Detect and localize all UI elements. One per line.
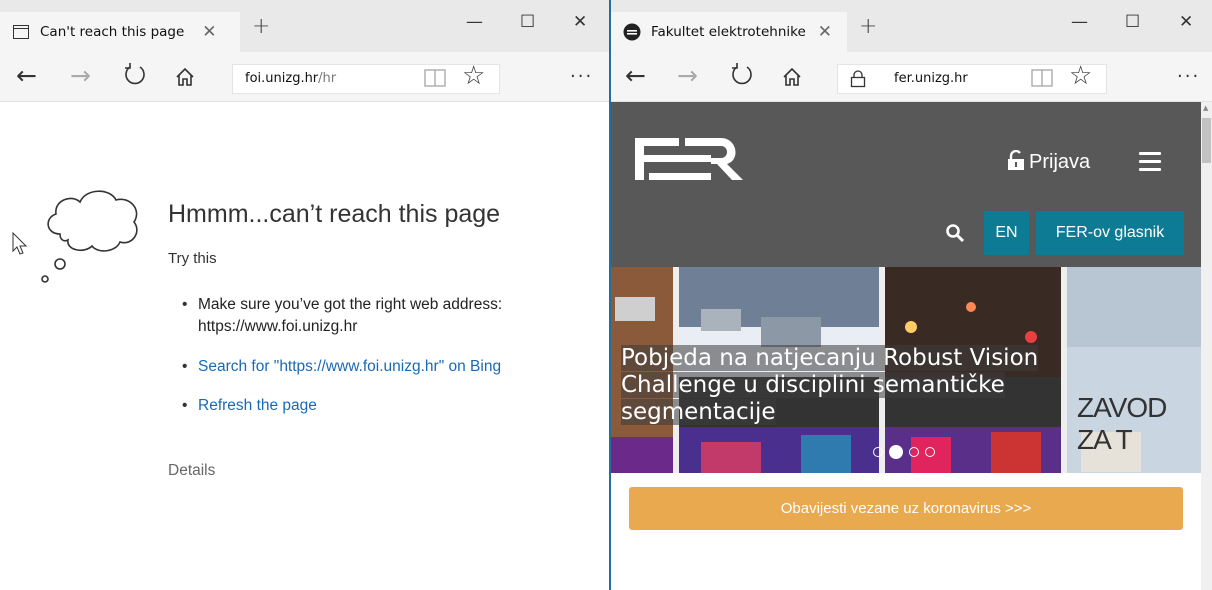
refresh-page-link[interactable]: Refresh the page bbox=[198, 397, 317, 414]
close-tab-icon[interactable]: ✕ bbox=[202, 22, 216, 42]
forward-icon[interactable]: → bbox=[70, 60, 91, 92]
suggestion-search: Search for "https://www.foi.unizg.hr" on… bbox=[182, 356, 502, 378]
scroll-up-icon[interactable]: ▲ bbox=[1203, 104, 1208, 112]
favorite-star-icon[interactable]: ☆ bbox=[1069, 60, 1092, 92]
page-icon bbox=[12, 23, 30, 41]
tab-title: Can't reach this page bbox=[40, 24, 185, 40]
side-slide-caption: ZAVOD ZA T bbox=[1077, 392, 1167, 455]
login-label: Prijava bbox=[1029, 151, 1091, 173]
right-browser-window: Fakultet elektrotehnike ✕ + — ☐ ✕ ← → fe… bbox=[611, 0, 1212, 590]
refresh-icon[interactable] bbox=[122, 62, 148, 96]
suggestion-address-text: Make sure you’ve got the right web addre… bbox=[198, 296, 503, 313]
suggestion-address-url: https://www.foi.unizg.hr bbox=[198, 318, 358, 335]
close-window-icon[interactable]: ✕ bbox=[573, 12, 587, 32]
new-tab-button[interactable]: + bbox=[859, 14, 877, 39]
favorite-star-icon[interactable]: ☆ bbox=[462, 60, 485, 92]
mouse-cursor-icon bbox=[12, 231, 28, 260]
slider-dot[interactable] bbox=[873, 447, 883, 457]
new-tab-button[interactable]: + bbox=[252, 14, 270, 39]
reading-view-icon[interactable] bbox=[1031, 64, 1053, 96]
address-domain: fer.unizg.hr bbox=[894, 71, 968, 86]
back-icon[interactable]: ← bbox=[16, 60, 37, 92]
news-slider[interactable]: Pobjeda na natjecanju Robust Vision Chal… bbox=[611, 267, 1201, 473]
tab-fer[interactable]: Fakultet elektrotehnike ✕ bbox=[611, 12, 847, 52]
home-icon[interactable] bbox=[781, 64, 803, 96]
slider-dot-active[interactable] bbox=[889, 445, 903, 459]
try-this-label: Try this bbox=[168, 250, 217, 267]
minimize-icon[interactable]: — bbox=[1071, 12, 1088, 32]
slide-headline[interactable]: Pobjeda na natjecanju Robust Vision Chal… bbox=[621, 345, 1039, 426]
suggestion-address: Make sure you’ve got the right web addre… bbox=[182, 294, 502, 338]
language-en-button[interactable]: EN bbox=[984, 211, 1029, 255]
slider-dots bbox=[873, 445, 935, 459]
address-bar[interactable]: foi.unizg.hr/hr bbox=[232, 64, 500, 94]
details-toggle[interactable]: Details bbox=[168, 462, 215, 480]
headline-line-1: Pobjeda na natjecanju Robust Vision bbox=[621, 345, 1039, 371]
search-bing-link[interactable]: Search for "https://www.foi.unizg.hr" on… bbox=[198, 358, 501, 375]
headline-line-3: segmentacije bbox=[621, 399, 776, 425]
suggestion-list: Make sure you’ve got the right web addre… bbox=[182, 294, 502, 417]
menu-hamburger-icon[interactable] bbox=[1139, 152, 1161, 176]
navigation-bar: ← → foi.unizg.hr/hr ☆ ··· bbox=[0, 52, 609, 102]
home-icon[interactable] bbox=[174, 64, 196, 96]
tab-title: Fakultet elektrotehnike bbox=[651, 24, 806, 40]
title-bar: Fakultet elektrotehnike ✕ + — ☐ ✕ bbox=[611, 0, 1212, 52]
coronavirus-banner[interactable]: Obavijesti vezane uz koronavirus >>> bbox=[629, 487, 1183, 530]
slider-dot[interactable] bbox=[925, 447, 935, 457]
fer-logo[interactable] bbox=[635, 136, 747, 186]
scrollbar-thumb[interactable] bbox=[1202, 118, 1211, 163]
thought-cloud-icon bbox=[38, 184, 142, 292]
maximize-icon[interactable]: ☐ bbox=[1125, 12, 1140, 32]
maximize-icon[interactable]: ☐ bbox=[520, 12, 535, 32]
fer-website: Prijava EN FER-ov glasnik Pobjeda na nat… bbox=[611, 102, 1201, 590]
refresh-icon[interactable] bbox=[729, 62, 755, 96]
navigation-bar: ← → fer.unizg.hr ☆ ··· bbox=[611, 52, 1212, 102]
suggestion-refresh: Refresh the page bbox=[182, 395, 502, 417]
title-bar: Can't reach this page ✕ + — ☐ ✕ bbox=[0, 0, 609, 52]
address-bar[interactable]: fer.unizg.hr bbox=[837, 64, 1107, 94]
tab-cant-reach[interactable]: Can't reach this page ✕ bbox=[0, 12, 240, 52]
close-tab-icon[interactable]: ✕ bbox=[818, 22, 832, 42]
site-header: Prijava EN FER-ov glasnik bbox=[611, 102, 1201, 267]
headline-line-2: Challenge u disciplini semantičke bbox=[621, 372, 1005, 398]
minimize-icon[interactable]: — bbox=[466, 12, 483, 32]
unlock-icon bbox=[1007, 149, 1025, 176]
fer-glasnik-button[interactable]: FER-ov glasnik bbox=[1036, 211, 1184, 255]
address-domain: foi.unizg.hr bbox=[245, 71, 319, 86]
reading-view-icon[interactable] bbox=[424, 64, 446, 96]
search-icon[interactable] bbox=[945, 223, 965, 247]
back-icon[interactable]: ← bbox=[625, 60, 646, 92]
login-link[interactable]: Prijava bbox=[1007, 149, 1091, 176]
fer-favicon-icon bbox=[623, 23, 641, 41]
close-window-icon[interactable]: ✕ bbox=[1179, 12, 1193, 32]
error-title: Hmmm...can’t reach this page bbox=[168, 200, 501, 228]
slider-dot[interactable] bbox=[909, 447, 919, 457]
more-icon[interactable]: ··· bbox=[1177, 66, 1200, 87]
left-browser-window: Can't reach this page ✕ + — ☐ ✕ ← → foi.… bbox=[0, 0, 609, 590]
lock-icon bbox=[850, 70, 866, 99]
more-icon[interactable]: ··· bbox=[570, 66, 593, 87]
forward-icon[interactable]: → bbox=[677, 60, 698, 92]
vertical-scrollbar[interactable]: ▲ bbox=[1201, 102, 1212, 590]
address-path: /hr bbox=[318, 71, 337, 86]
